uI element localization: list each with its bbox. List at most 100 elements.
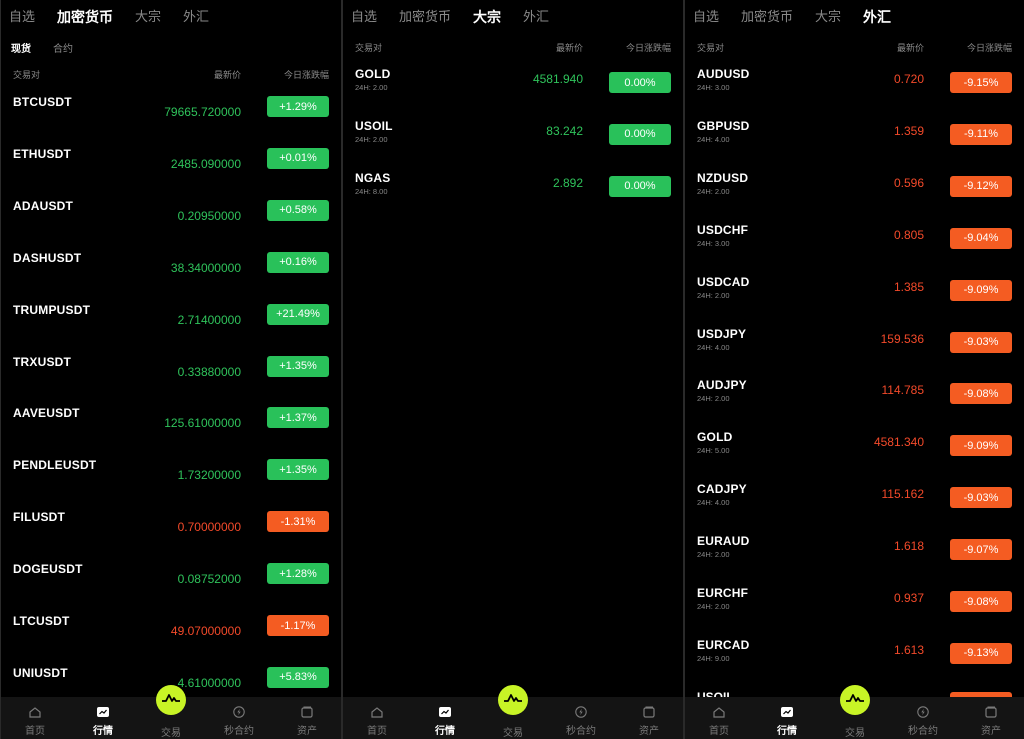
market-row[interactable]: AAVEUSDT 125.61000000 +1.37% bbox=[1, 406, 341, 458]
change-badge[interactable]: -1.17% bbox=[267, 615, 329, 636]
market-row[interactable]: TRXUSDT 0.33880000 +1.35% bbox=[1, 355, 341, 407]
last-price: 125.61000000 bbox=[164, 416, 241, 431]
market-row[interactable]: FILUSDT 0.70000000 -1.31% bbox=[1, 510, 341, 562]
tab-commodity[interactable]: 大宗 bbox=[815, 6, 841, 28]
market-category-tabs: 自选 加密货币 大宗 外汇 bbox=[351, 6, 549, 28]
change-badge[interactable]: +1.35% bbox=[267, 355, 329, 377]
market-row[interactable]: AUDJPY 24H: 2.00 114.785 -9.08% bbox=[685, 378, 1024, 430]
change-badge[interactable]: -9.03% bbox=[950, 487, 1012, 509]
change-badge[interactable]: -9.09% bbox=[950, 435, 1012, 457]
market-row[interactable]: USDCAD 24H: 2.00 1.385 -9.09% bbox=[685, 275, 1024, 327]
market-row[interactable]: NGAS 24H: 8.00 2.892 0.00% bbox=[343, 171, 683, 223]
market-row[interactable]: EURCAD 24H: 9.00 1.613 -9.13% bbox=[685, 638, 1024, 690]
header-pair: 交易对 bbox=[355, 43, 383, 53]
change-badge[interactable]: -9.03% bbox=[950, 331, 1012, 353]
change-badge[interactable]: -9.07% bbox=[950, 539, 1012, 561]
change-badge[interactable]: 0.00% bbox=[609, 175, 671, 197]
tab-crypto[interactable]: 加密货币 bbox=[399, 6, 451, 28]
nav-trade[interactable]: 交易 bbox=[825, 685, 885, 739]
change-badge[interactable]: -1.31% bbox=[267, 511, 329, 533]
change-badge[interactable]: -9.09% bbox=[950, 279, 1012, 301]
market-panel-forex: 自选 加密货币 大宗 外汇交易对 最新价 今日涨跌幅 AUDUSD 24H: 3.00 0.72… bbox=[685, 0, 1024, 739]
nav-assets[interactable]: 资产 bbox=[619, 697, 679, 739]
symbol-name: UNIUSDT bbox=[13, 665, 68, 680]
market-row[interactable]: AUDUSD 24H: 3.00 0.720 -9.15% bbox=[685, 67, 1024, 119]
change-badge[interactable]: -9.11% bbox=[950, 123, 1012, 145]
nav-trade[interactable]: 交易 bbox=[483, 685, 543, 739]
last-price: 0.08752000 bbox=[177, 572, 241, 587]
market-row[interactable]: NZDUSD 24H: 2.00 0.596 -9.12% bbox=[685, 171, 1024, 223]
change-badge[interactable]: 0.00% bbox=[609, 123, 671, 145]
nav-home[interactable]: 首页 bbox=[689, 697, 749, 739]
nav-trade[interactable]: 交易 bbox=[141, 685, 201, 739]
nav-home[interactable]: 首页 bbox=[347, 697, 407, 739]
tab-commodity[interactable]: 大宗 bbox=[135, 6, 161, 28]
change-badge[interactable]: +1.35% bbox=[267, 459, 329, 481]
nav-assets[interactable]: 资产 bbox=[961, 697, 1021, 739]
trade-fab[interactable] bbox=[156, 685, 186, 715]
tab-forex[interactable]: 外汇 bbox=[183, 6, 209, 28]
market-row[interactable]: BTCUSDT 79665.720000 +1.29% bbox=[1, 95, 341, 147]
change-badge[interactable]: +0.01% bbox=[267, 147, 329, 169]
market-row[interactable]: TRUMPUSDT 2.71400000 +21.49% bbox=[1, 303, 341, 355]
trade-fab[interactable] bbox=[498, 685, 528, 715]
tab-crypto[interactable]: 加密货币 bbox=[57, 6, 113, 28]
market-row[interactable]: USOIL 24H: 2.00 83.242 0.00% bbox=[343, 119, 683, 171]
market-category-tabs: 自选 加密货币 大宗 外汇 bbox=[9, 6, 209, 28]
market-row[interactable]: ETHUSDT 2485.090000 +0.01% bbox=[1, 147, 341, 199]
change-badge[interactable]: +5.83% bbox=[267, 666, 329, 688]
change-badge[interactable]: +1.28% bbox=[267, 563, 329, 585]
symbol-name: BTCUSDT bbox=[13, 95, 72, 109]
nav-seconds-contract[interactable]: 秒合约 bbox=[209, 697, 269, 739]
nav-market[interactable]: 行情 bbox=[415, 697, 475, 739]
tab-crypto[interactable]: 加密货币 bbox=[741, 6, 793, 28]
change-badge[interactable]: -9.08% bbox=[950, 591, 1012, 612]
symbol-name: USDCAD bbox=[697, 274, 750, 289]
change-badge[interactable]: +1.29% bbox=[267, 96, 329, 117]
nav-seconds-contract[interactable]: 秒合约 bbox=[893, 697, 953, 739]
market-row[interactable]: LTCUSDT 49.07000000 -1.17% bbox=[1, 614, 341, 666]
tab-contract[interactable]: 合约 bbox=[53, 40, 73, 55]
market-row[interactable]: USDJPY 24H: 4.00 159.536 -9.03% bbox=[685, 327, 1024, 379]
nav-home[interactable]: 首页 bbox=[5, 697, 65, 739]
tab-watchlist[interactable]: 自选 bbox=[693, 6, 719, 28]
change-badge[interactable]: +0.16% bbox=[267, 251, 329, 273]
change-badge[interactable]: -9.04% bbox=[950, 227, 1012, 249]
column-headers: 交易对 最新价 今日涨跌幅 bbox=[685, 41, 1024, 55]
symbol-name: EURCHF bbox=[697, 586, 749, 600]
market-row[interactable]: USDCHF 24H: 3.00 0.805 -9.04% bbox=[685, 223, 1024, 275]
nav-assets[interactable]: 资产 bbox=[277, 697, 337, 739]
change-badge[interactable]: -9.13% bbox=[950, 642, 1012, 664]
market-row[interactable]: PENDLEUSDT 1.73200000 +1.35% bbox=[1, 458, 341, 510]
market-row[interactable]: DOGEUSDT 0.08752000 +1.28% bbox=[1, 562, 341, 614]
volume-24h: 24H: 2.00 bbox=[355, 134, 388, 144]
tab-spot[interactable]: 现货 bbox=[11, 40, 31, 55]
market-row[interactable]: DASHUSDT 38.34000000 +0.16% bbox=[1, 251, 341, 303]
tab-forex[interactable]: 外汇 bbox=[863, 6, 891, 28]
market-row[interactable]: GBPUSD 24H: 4.00 1.359 -9.11% bbox=[685, 119, 1024, 171]
market-row[interactable]: EURCHF 24H: 2.00 0.937 -9.08% bbox=[685, 586, 1024, 638]
market-row[interactable]: ADAUSDT 0.20950000 +0.58% bbox=[1, 199, 341, 251]
tab-watchlist[interactable]: 自选 bbox=[9, 6, 35, 28]
symbol-name: CADJPY bbox=[697, 482, 747, 497]
market-row[interactable]: GOLD 24H: 5.00 4581.340 -9.09% bbox=[685, 430, 1024, 482]
tab-watchlist[interactable]: 自选 bbox=[351, 6, 377, 28]
market-row[interactable]: GOLD 24H: 2.00 4581.940 0.00% bbox=[343, 67, 683, 119]
tab-commodity[interactable]: 大宗 bbox=[473, 6, 501, 28]
nav-market[interactable]: 行情 bbox=[757, 697, 817, 739]
change-badge[interactable]: -9.12% bbox=[950, 175, 1012, 197]
change-badge[interactable]: -9.08% bbox=[950, 383, 1012, 405]
nav-seconds-contract[interactable]: 秒合约 bbox=[551, 697, 611, 739]
change-badge[interactable]: +1.37% bbox=[267, 407, 329, 429]
change-badge[interactable]: -9.15% bbox=[950, 72, 1012, 93]
nav-market[interactable]: 行情 bbox=[73, 697, 133, 739]
trade-fab[interactable] bbox=[840, 685, 870, 715]
last-price: 4581.940 bbox=[532, 72, 583, 86]
market-row[interactable]: EURAUD 24H: 2.00 1.618 -9.07% bbox=[685, 534, 1024, 586]
tab-forex[interactable]: 外汇 bbox=[523, 6, 549, 28]
last-price: 1.613 bbox=[893, 642, 924, 657]
market-row[interactable]: CADJPY 24H: 4.00 115.162 -9.03% bbox=[685, 482, 1024, 534]
change-badge[interactable]: 0.00% bbox=[609, 72, 671, 93]
change-badge[interactable]: +0.58% bbox=[267, 199, 329, 221]
change-badge[interactable]: +21.49% bbox=[267, 303, 329, 325]
